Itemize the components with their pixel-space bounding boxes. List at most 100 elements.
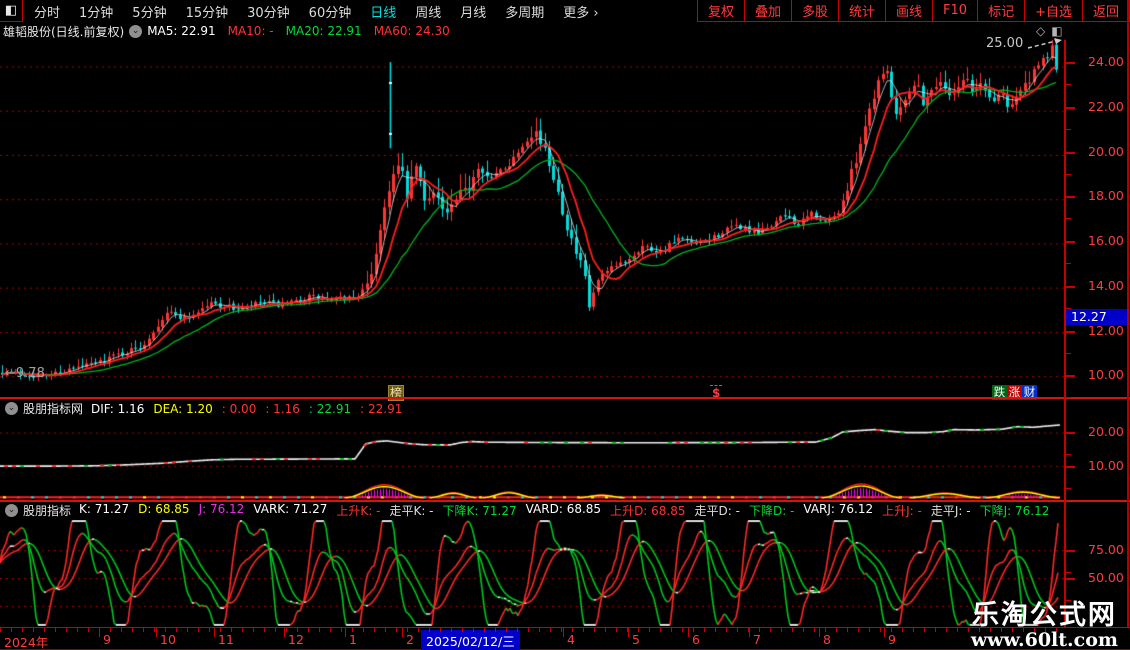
time-tick [682,628,683,632]
kdj-field-11: VARJ: 76.12 [803,502,874,516]
axis-tick [1066,241,1075,243]
timeframe-item-3[interactable]: 15分钟 [186,2,229,21]
time-tick [253,628,254,632]
time-tick [594,628,595,632]
axis-tick [1066,578,1075,580]
time-label: 9 [103,632,111,647]
time-label: 5 [632,632,640,647]
mid-field-0: DIF: 1.16 [91,401,145,416]
time-tick [187,628,188,632]
time-tick [814,628,815,632]
time-label: 2024年 [4,635,49,650]
axis-tick-minor [1066,263,1071,264]
tool-item-7[interactable]: +自选 [1024,0,1082,21]
tool-item-5[interactable]: F10 [932,0,977,21]
axis-tick [1066,62,1075,64]
main-candlestick-chart[interactable] [0,40,1065,385]
axis-label: 20.00 [1088,144,1124,159]
tool-item-0[interactable]: 复权 [696,0,744,21]
time-tick [242,628,243,632]
axis-tick-minor [1066,454,1071,455]
time-tick [704,628,705,632]
timeframe-item-1[interactable]: 1分钟 [79,2,113,21]
time-tick [451,628,452,632]
tool-item-3[interactable]: 统计 [838,0,885,21]
chevron-circle-icon[interactable]: ⌄ [5,504,18,517]
time-tick [319,628,320,632]
kdj-field-7: VARD: 68.85 [525,502,602,516]
mid-field-1: DEA: 1.20 [153,401,213,416]
tool-item-6[interactable]: 标记 [977,0,1024,21]
mid-indicator-chart[interactable] [0,418,1065,499]
timeframe-item-0[interactable]: 分时 [34,2,60,21]
tool-item-1[interactable]: 叠加 [743,0,791,21]
time-tick-major [156,628,157,637]
axis-tick-minor [1066,84,1071,85]
timeframe-item-6[interactable]: 日线 [370,2,396,21]
time-tick [561,628,562,632]
axis-label: 24.00 [1088,54,1124,69]
timeframe-item-10[interactable]: 更多 › [563,2,598,21]
tool-item-4[interactable]: 画线 [885,0,932,21]
axis-tick-minor [1066,353,1071,354]
time-tick [517,628,518,632]
axis-tick [1066,331,1075,333]
time-tick [154,628,155,632]
kdj-chart[interactable] [0,520,1065,626]
time-tick [341,628,342,632]
kdj-field-6: 下降K: 71.27 [442,504,517,518]
time-axis[interactable]: 2025/02/12/三 2024年 9 10 11 12 1 2 4 5 6 7 8 9 [0,627,1130,650]
timeframe-item-7[interactable]: 周线 [415,2,441,21]
chevron-circle-icon[interactable]: ⌄ [129,24,143,38]
time-tick [473,628,474,632]
axis-label: 14.00 [1088,278,1124,293]
axis-label: 12.00 [1088,323,1124,338]
trading-app-window: ◧ 分时 1分钟 5分钟 15分钟 30分钟 60分钟 日线 周线 月线 多周期 更多 › 复权 叠加… [0,0,1130,650]
current-date-label: 2025/02/12/三 [421,630,520,650]
time-tick-major [628,628,629,637]
time-tick [209,628,210,632]
timeframe-item-4[interactable]: 30分钟 [247,2,290,21]
timeframe-item-2[interactable]: 5分钟 [132,2,166,21]
time-tick [484,628,485,632]
axis-tick [1066,432,1075,434]
time-tick [396,628,397,632]
axis-label: 20.00 [1088,424,1124,439]
time-tick [275,628,276,632]
time-tick-major [284,628,285,637]
chevron-circle-icon[interactable]: ⌄ [5,402,18,415]
time-tick [66,628,67,632]
mid-field-2: : 0.00 [221,401,257,416]
time-label: 10 [160,632,176,647]
timeframe-item-8[interactable]: 月线 [460,2,486,21]
axis-tick [1066,107,1075,109]
time-tick [913,628,914,632]
time-tick [737,628,738,632]
time-tick [836,628,837,632]
axis-tick [1066,466,1075,468]
ma-value-3: MA60: 24.30 [373,24,450,38]
time-tick [946,628,947,632]
time-tick-major [214,628,215,637]
window-split-icon[interactable]: ◧ [0,0,23,22]
time-label: 2 [406,632,414,647]
lowest-price-label: ←9.78 [5,366,45,381]
time-tick [957,628,958,632]
title-bar: 雄韬股份(日线.前复权) ⌄ MA5: 22.91 MA10: - MA20: 22… [0,22,1065,40]
time-tick [649,628,650,632]
time-tick-major [749,628,750,637]
ma-values: MA5: 22.91 MA10: - MA20: 22.91 MA60: 24.30 [147,24,462,38]
panel-divider [0,397,1130,399]
watermark: 乐淘公式网 www.60lt.com [971,602,1118,650]
kdj-field-4: 上升K: - [336,504,381,518]
time-tick [770,628,771,632]
time-label: 12 [288,632,304,647]
timeframe-item-9[interactable]: 多周期 [505,2,544,21]
time-tick [176,628,177,632]
kdj-field-3: VARK: 71.27 [253,502,328,516]
timeframe-item-5[interactable]: 60分钟 [309,2,352,21]
tool-item-8[interactable]: 返回 [1081,0,1130,21]
tool-item-2[interactable]: 多股 [790,0,838,21]
mid-field-5: : 22.91 [360,401,403,416]
time-tick [583,628,584,632]
